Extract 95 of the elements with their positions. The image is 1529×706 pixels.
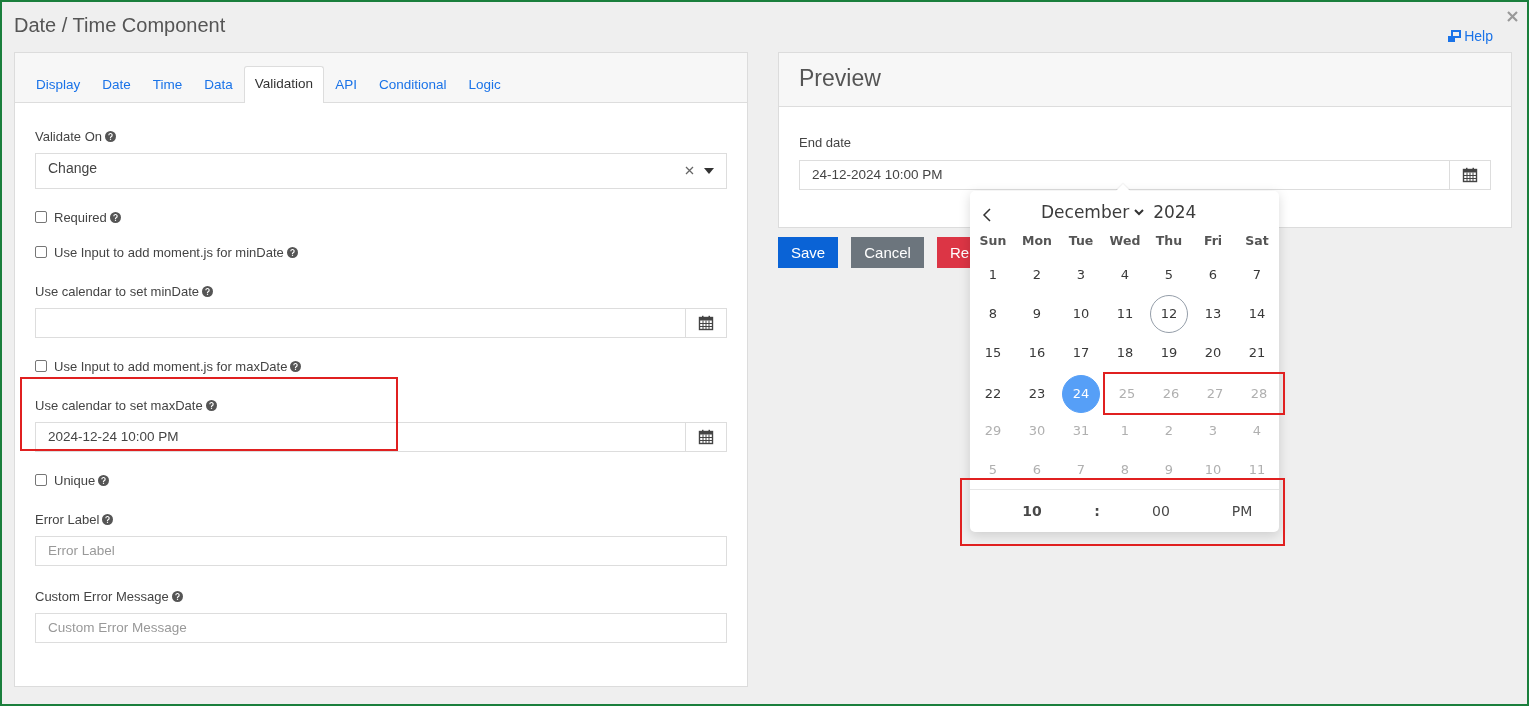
field-label: Custom Error Message	[35, 589, 727, 604]
calendar-day: 29	[974, 411, 1012, 450]
chevron-down-icon	[1134, 208, 1145, 216]
help-icon	[290, 360, 302, 372]
help-link[interactable]: Help	[1447, 28, 1493, 44]
preview-title: Preview	[779, 53, 1511, 107]
tab[interactable]: Display	[25, 67, 92, 103]
select-value: Change	[48, 160, 99, 176]
calendar-day[interactable]: 2	[1018, 255, 1056, 294]
calendar-day: 11	[1238, 450, 1276, 489]
weekday-label: Fri	[1202, 233, 1224, 250]
calendar-day[interactable]: 13	[1194, 294, 1232, 333]
tab[interactable]: Validation	[243, 66, 325, 103]
calendar-day: 8	[1106, 450, 1144, 489]
tab[interactable]: Conditional	[367, 67, 458, 103]
calendar-day[interactable]: 22	[974, 374, 1012, 413]
ampm-toggle[interactable]: PM	[1222, 503, 1262, 519]
save-button[interactable]: Save	[778, 237, 839, 268]
calendar-day: 1	[1106, 411, 1144, 450]
checkbox[interactable]	[35, 360, 47, 372]
cancel-button[interactable]: Cancel	[851, 237, 924, 268]
year-field[interactable]: 2024	[1153, 202, 1197, 222]
dialog-title: Date / Time Component	[14, 14, 226, 37]
help-icon	[109, 211, 121, 223]
calendar-day: 31	[1062, 411, 1100, 450]
time-separator: :	[1094, 503, 1100, 519]
calendar-day[interactable]: 21	[1238, 333, 1276, 372]
calendar-day[interactable]: 19	[1150, 333, 1188, 372]
field-label: Use calendar to set maxDate	[35, 398, 727, 413]
weekday-label: Sat	[1244, 233, 1270, 250]
weekday-label: Thu	[1154, 233, 1184, 250]
field-label: Use calendar to set minDate	[35, 284, 727, 299]
external-window-icon	[1447, 29, 1462, 43]
help-icon	[286, 246, 298, 258]
calendar-day: 27	[1196, 374, 1234, 413]
checkbox[interactable]	[35, 246, 47, 258]
hour-field[interactable]: 10	[970, 503, 1094, 519]
caret-down-icon[interactable]	[704, 168, 714, 174]
select-field[interactable]: Change	[35, 153, 727, 189]
calendar-day[interactable]: 4	[1106, 255, 1144, 294]
help-icon	[205, 400, 217, 411]
calendar-day[interactable]: 3	[1062, 255, 1100, 294]
calendar-day[interactable]: 18	[1106, 333, 1144, 372]
calendar-day: 25	[1108, 374, 1146, 413]
field-label: Error Label	[35, 512, 727, 527]
calendar-day: 10	[1194, 450, 1232, 489]
calendar-day: 28	[1240, 374, 1278, 413]
tab[interactable]: API	[324, 67, 368, 103]
tab[interactable]: Data	[193, 67, 244, 103]
calendar-day: 7	[1062, 450, 1100, 489]
help-icon	[104, 131, 116, 142]
checkbox-label: Unique	[54, 472, 110, 488]
checkbox[interactable]	[35, 474, 47, 486]
calendar-day: 6	[1018, 450, 1056, 489]
calendar-day[interactable]: 8	[974, 294, 1012, 333]
calendar-day[interactable]: 9	[1018, 294, 1056, 333]
calendar-day[interactable]: 5	[1150, 255, 1188, 294]
calendar-day[interactable]: 10	[1062, 294, 1100, 333]
calendar-day: 9	[1150, 450, 1188, 489]
field-label: End date	[799, 135, 853, 150]
weekday-label: Mon	[1021, 233, 1053, 250]
calendar-day[interactable]: 6	[1194, 255, 1232, 294]
checkbox[interactable]	[35, 211, 47, 223]
help-label: Help	[1464, 28, 1493, 44]
calendar-day: 2	[1150, 411, 1188, 450]
calendar-day[interactable]: 16	[1018, 333, 1056, 372]
calendar-day: 5	[974, 450, 1012, 489]
help-icon	[171, 591, 183, 602]
checkbox-label: Use Input to add moment.js for minDate	[54, 244, 298, 260]
tab[interactable]: Logic	[457, 67, 512, 103]
chevron-left-icon[interactable]	[982, 208, 991, 222]
help-icon	[102, 514, 114, 525]
calendar-day[interactable]: 23	[1018, 374, 1056, 413]
calendar-day[interactable]: 7	[1238, 255, 1276, 294]
calendar-day[interactable]: 15	[974, 333, 1012, 372]
field-label: Validate On	[35, 129, 727, 144]
calendar-day[interactable]: 20	[1194, 333, 1232, 372]
calendar-day[interactable]: 17	[1062, 333, 1100, 372]
calendar-day: 30	[1018, 411, 1056, 450]
tab[interactable]: Date	[91, 67, 142, 103]
tab[interactable]: Time	[141, 67, 194, 103]
help-icon	[202, 286, 214, 297]
minute-field[interactable]: 00	[1100, 503, 1222, 519]
calendar-day: 4	[1238, 411, 1276, 450]
checkbox-label: Use Input to add moment.js for maxDate	[54, 358, 302, 374]
calendar-day[interactable]: 11	[1106, 294, 1144, 333]
calendar-day: 3	[1194, 411, 1232, 450]
help-icon	[98, 474, 110, 486]
month-select[interactable]: December	[1041, 202, 1145, 222]
weekday-label: Tue	[1067, 233, 1095, 250]
calendar-day[interactable]: 14	[1238, 294, 1276, 333]
checkbox-label: Required	[54, 209, 121, 225]
calendar-day: 26	[1152, 374, 1190, 413]
weekday-label: Wed	[1108, 233, 1142, 250]
clear-icon[interactable]	[685, 166, 694, 175]
